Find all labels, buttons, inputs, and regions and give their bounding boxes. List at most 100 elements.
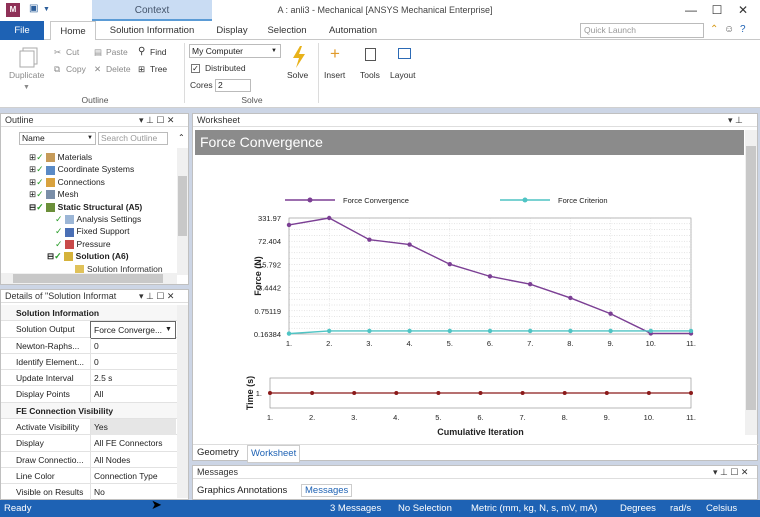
status-ready: Ready xyxy=(4,503,32,514)
quick-launch-input[interactable]: Quick Launch xyxy=(580,23,704,38)
tab-geometry[interactable]: Geometry xyxy=(197,445,239,461)
app-icon: M xyxy=(6,3,20,17)
details-section-solution-information[interactable]: Solution Information xyxy=(1,305,177,322)
details-row[interactable]: Identify Element... 0 xyxy=(1,353,177,371)
x-tick-label: 9. xyxy=(607,339,613,348)
outline-horizontal-scrollbar[interactable] xyxy=(1,273,177,284)
section-label: Solution Information xyxy=(16,308,100,318)
row-value[interactable]: All xyxy=(90,386,176,403)
cores-input[interactable]: 2 xyxy=(215,79,251,92)
row-value[interactable]: Connection Type xyxy=(90,467,176,484)
distributed-checkbox[interactable]: ✓ xyxy=(191,64,200,73)
row-value[interactable]: 0 xyxy=(90,353,176,370)
messages-header: Messages ▾ ⊥ ☐ ✕ xyxy=(193,466,757,479)
details-row[interactable]: Draw Connectio... All Nodes xyxy=(1,451,177,468)
paste-button[interactable]: Paste xyxy=(106,47,128,58)
status-temperature[interactable]: Celsius xyxy=(706,500,737,517)
expand-outline-icon[interactable]: ⌃ xyxy=(178,133,185,142)
help-icon[interactable]: ? xyxy=(740,24,746,35)
row-value[interactable]: 0 xyxy=(90,337,176,354)
distributed-label: Distributed xyxy=(205,63,246,73)
row-value[interactable]: All FE Connectors xyxy=(90,435,176,452)
tab-worksheet[interactable]: Worksheet xyxy=(247,445,301,463)
tree-item-materials[interactable]: ⊞✓ Materials xyxy=(29,151,175,163)
paste-icon: ▤ xyxy=(94,47,103,57)
details-row[interactable]: Display Points All xyxy=(1,386,177,403)
solve-target-select[interactable]: My Computer ▼ xyxy=(189,44,281,58)
row-value[interactable]: Yes xyxy=(90,419,176,436)
status-units[interactable]: Metric (mm, kg, N, s, mV, mA) xyxy=(471,500,597,517)
close-button[interactable]: ✕ xyxy=(732,2,754,19)
status-angle[interactable]: Degrees xyxy=(620,500,656,517)
details-row[interactable]: Update Interval 2.5 s xyxy=(1,370,177,387)
status-rate[interactable]: rad/s xyxy=(670,500,691,517)
tools-button[interactable]: Tools xyxy=(360,70,380,81)
worksheet-window-icons[interactable]: ▾ ⊥ xyxy=(728,114,743,127)
tree-button[interactable]: Tree xyxy=(150,64,167,75)
solution-output-select[interactable]: Force Converge... xyxy=(90,321,176,340)
tab-selection[interactable]: Selection xyxy=(262,21,312,40)
details-row[interactable]: Activate Visibility Yes xyxy=(1,419,177,436)
tree-item-coordinate-systems[interactable]: ⊞✓ Coordinate Systems xyxy=(29,163,175,175)
row-value[interactable]: No xyxy=(90,484,176,501)
solve-icon xyxy=(293,46,305,68)
maximize-button[interactable]: ☐ xyxy=(706,2,728,19)
data-point xyxy=(407,242,412,247)
solve-target-value: My Computer xyxy=(192,46,244,56)
feedback-icon[interactable]: ☺ xyxy=(724,24,734,35)
outline-name-filter[interactable]: Name ▼ xyxy=(19,132,96,145)
cut-button[interactable]: Cut xyxy=(66,47,79,58)
outline-search-input[interactable]: Search Outline xyxy=(98,132,168,145)
outline-vertical-scrollbar[interactable] xyxy=(177,148,188,275)
legend-marker xyxy=(307,197,313,203)
tab-file[interactable]: File xyxy=(0,21,44,40)
copy-button[interactable]: Copy xyxy=(66,64,86,75)
status-messages[interactable]: 3 Messages xyxy=(330,500,381,517)
messages-window-icons[interactable]: ▾ ⊥ ☐ ✕ xyxy=(713,466,748,479)
time-y-axis-label: Time (s) xyxy=(245,376,255,410)
time-x-tick-label: 7. xyxy=(519,413,525,422)
qat-dropdown-icon[interactable]: ▼ xyxy=(43,6,50,13)
row-label: Newton-Raphs... xyxy=(16,340,80,351)
collapse-ribbon-icon[interactable]: ⌃ xyxy=(710,24,718,35)
row-value[interactable]: All Nodes xyxy=(90,451,176,468)
pin-icon[interactable]: ▾ ⊥ ☐ ✕ xyxy=(139,290,174,303)
row-value[interactable]: 2.5 s xyxy=(90,370,176,387)
delete-button[interactable]: Delete xyxy=(106,64,131,75)
tab-home[interactable]: Home xyxy=(50,21,96,41)
worksheet-scrollbar[interactable] xyxy=(745,130,757,435)
mouse-cursor-icon: ➤ xyxy=(151,497,162,512)
tree-item-pressure[interactable]: ✓ Pressure xyxy=(29,238,175,250)
details-section-fe-connection-visibility[interactable]: FE Connection Visibility xyxy=(1,402,177,420)
tree-item-connections[interactable]: ⊞✓ Connections xyxy=(29,176,175,188)
layout-button[interactable]: Layout xyxy=(390,70,416,81)
details-scrollbar[interactable] xyxy=(177,305,188,498)
tree-item-mesh[interactable]: ⊞✓ Mesh xyxy=(29,188,175,200)
save-icon[interactable]: ▣ xyxy=(29,3,38,14)
pin-icon[interactable]: ▾ ⊥ ☐ ✕ xyxy=(139,114,174,127)
tab-messages[interactable]: Messages xyxy=(301,484,353,497)
details-row[interactable]: Line Color Connection Type xyxy=(1,467,177,485)
insert-button[interactable]: Insert xyxy=(324,70,345,81)
tree-item-analysis-settings[interactable]: ✓ Analysis Settings xyxy=(29,213,175,225)
details-row[interactable]: Newton-Raphs... 0 xyxy=(1,337,177,354)
tab-solution-information[interactable]: Solution Information xyxy=(102,21,202,40)
tab-display[interactable]: Display xyxy=(210,21,254,40)
chevron-down-icon[interactable]: ▼ xyxy=(165,326,172,333)
duplicate-dropdown-icon[interactable]: ▼ xyxy=(23,82,30,93)
solve-button[interactable]: Solve xyxy=(287,70,308,81)
x-tick-label: 5. xyxy=(447,339,453,348)
tree-item-static-structural[interactable]: ⊟✓ Static Structural (A5) xyxy=(29,201,175,213)
tree-item-fixed-support[interactable]: ✓ Fixed Support xyxy=(29,225,175,237)
details-row[interactable]: Solution Output Force Converge... xyxy=(1,321,177,340)
tab-graphics-annotations[interactable]: Graphics Annotations xyxy=(197,485,287,496)
scrollbar-thumb[interactable] xyxy=(746,146,756,410)
duplicate-button[interactable]: Duplicate xyxy=(9,70,44,81)
tab-automation[interactable]: Automation xyxy=(322,21,384,40)
data-point xyxy=(568,328,573,334)
layout-icon xyxy=(398,48,411,59)
tree-item-solution[interactable]: ⊟✓ Solution (A6) xyxy=(29,250,175,262)
find-button[interactable]: Find xyxy=(150,47,167,58)
details-row[interactable]: Display All FE Connectors xyxy=(1,435,177,452)
minimize-button[interactable]: — xyxy=(680,2,702,19)
